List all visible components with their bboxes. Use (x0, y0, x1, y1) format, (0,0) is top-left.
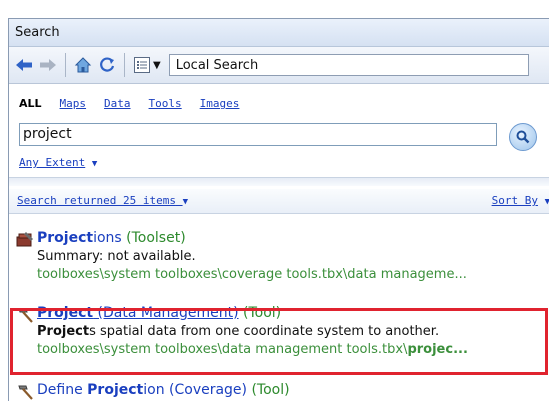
results-count-dropdown[interactable]: Search returned 25 items ▼ (17, 194, 188, 207)
refresh-icon[interactable] (96, 53, 118, 77)
filter-tools[interactable]: Tools (149, 97, 182, 110)
sort-by-label: Sort By (491, 194, 538, 207)
result-path: toolboxes\system toolboxes\coverage tool… (37, 267, 467, 282)
result-summary: Summary: not available. (37, 249, 196, 264)
extent-dropdown[interactable]: Any Extent ▼ (19, 156, 97, 169)
forward-arrow-icon[interactable] (37, 53, 59, 77)
search-scope-field[interactable]: Local Search (168, 54, 529, 76)
extent-label: Any Extent (19, 156, 86, 169)
filter-all[interactable]: ALL (19, 97, 42, 110)
filter-tabs: ALL Maps Data Tools Images (19, 97, 239, 110)
search-window: Search ▼ Local Search ALL Maps Data Tool… (8, 18, 549, 401)
filter-images[interactable]: Images (200, 97, 240, 110)
filter-data[interactable]: Data (104, 97, 131, 110)
search-button[interactable] (509, 123, 537, 151)
results-count-label: Search returned 25 items (17, 194, 176, 207)
section-divider (9, 177, 549, 186)
chevron-down-icon: ▼ (545, 197, 549, 207)
chevron-down-icon: ▼ (91, 159, 98, 169)
view-dropdown-chevron-icon[interactable]: ▼ (153, 60, 161, 71)
selection-highlight-box (10, 308, 548, 375)
results-header: Search returned 25 items ▼ Sort By ▼ (9, 189, 549, 214)
window-title: Search (9, 19, 549, 47)
search-input[interactable]: project (19, 123, 497, 146)
search-icon (516, 130, 530, 144)
toolset-icon (15, 231, 35, 249)
sort-by-dropdown[interactable]: Sort By ▼ (492, 194, 549, 207)
back-arrow-icon[interactable] (13, 53, 35, 77)
hammer-icon (15, 383, 35, 401)
search-toolbar: ▼ Local Search (9, 47, 549, 84)
home-icon[interactable] (72, 53, 94, 77)
chevron-down-icon: ▼ (182, 197, 188, 207)
result-title: Projections (Toolset) (37, 230, 186, 246)
toolbar-separator (124, 53, 125, 77)
toolbar-separator (65, 53, 66, 77)
filter-maps[interactable]: Maps (60, 97, 87, 110)
result-title: Define Projection (Coverage) (Tool) (37, 382, 290, 398)
list-view-icon[interactable] (131, 53, 153, 77)
